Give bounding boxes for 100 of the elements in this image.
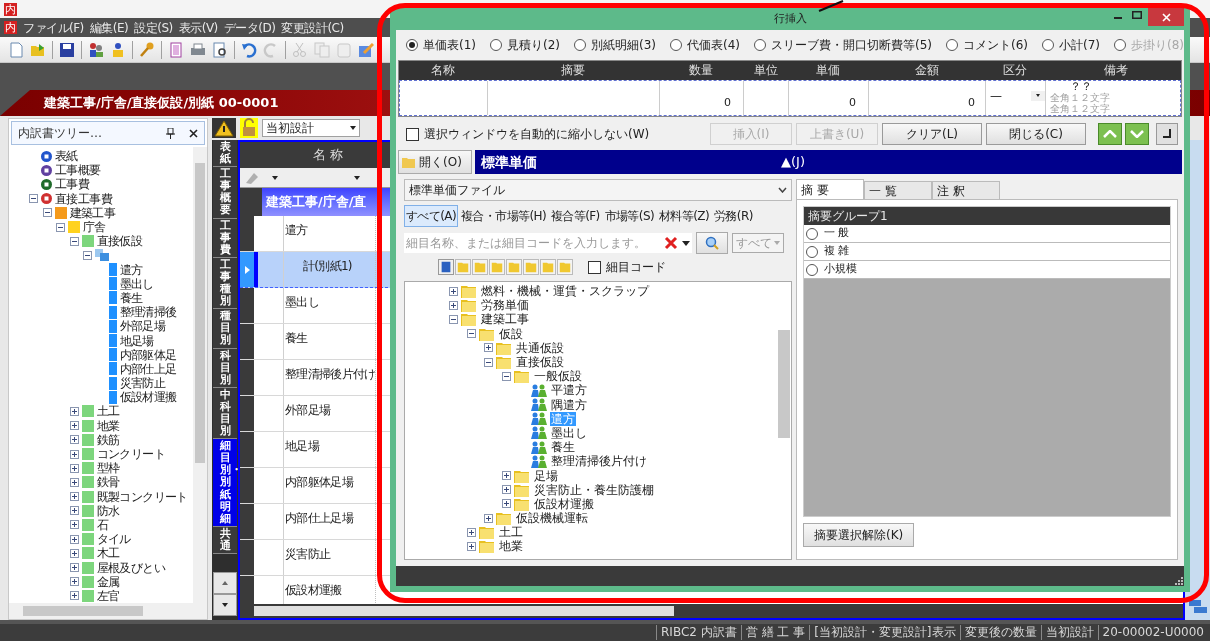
tree-toggle[interactable] — [69, 520, 79, 530]
menu-item[interactable]: 編集(E) — [89, 18, 129, 37]
view-tab[interactable]: 工事概要 — [213, 167, 237, 219]
document-icon-badge[interactable]: 内 — [4, 21, 17, 34]
tree-item[interactable]: 養生 — [550, 440, 576, 455]
radio-button[interactable] — [946, 39, 958, 51]
tree-item[interactable]: 防水 — [96, 504, 120, 517]
tree-toggle[interactable] — [29, 194, 38, 204]
open-button[interactable]: 開く(O) — [398, 150, 472, 174]
tree-toggle[interactable] — [501, 371, 511, 381]
warning-icon[interactable] — [212, 118, 236, 138]
radio-label[interactable]: 小計(7) — [1059, 36, 1100, 54]
summary-option[interactable]: 小規模 — [804, 261, 1170, 279]
clear-summary-button[interactable]: 摘要選択解除(K) — [803, 523, 915, 547]
tree-item[interactable]: 地足場 — [119, 334, 154, 347]
tree-item[interactable]: 内部躯体足 — [119, 348, 177, 361]
tree-toggle[interactable] — [466, 329, 476, 339]
padlock-icon[interactable] — [240, 118, 258, 138]
tree-toggle[interactable] — [69, 548, 79, 558]
tree-item[interactable]: 庁舎 — [83, 221, 106, 234]
row-header[interactable] — [240, 252, 254, 287]
amount-field[interactable]: 0 — [968, 96, 975, 109]
tree-toggle[interactable] — [69, 477, 79, 487]
tree-item[interactable]: 地業 — [497, 539, 524, 554]
radio-label[interactable]: 単価表(1) — [423, 36, 476, 54]
folder-icon[interactable] — [30, 41, 46, 58]
tree-item[interactable]: 工事費 — [55, 178, 90, 191]
tree-item[interactable]: 木工 — [96, 547, 120, 560]
tree-toggle[interactable] — [56, 222, 65, 232]
filter-tab[interactable]: 労務(R) — [712, 205, 755, 227]
tree-item[interactable]: 足場 — [532, 468, 559, 483]
tree-item[interactable]: 災害防止・養生防護棚 — [532, 482, 655, 497]
clear-icon[interactable] — [664, 236, 678, 250]
menu-item[interactable]: データ(D) — [223, 18, 276, 37]
tree-item[interactable]: 表紙 — [55, 150, 78, 163]
printer-icon[interactable] — [190, 41, 206, 58]
move-down-button[interactable] — [1125, 123, 1149, 145]
tree-toggle[interactable] — [69, 577, 79, 587]
close-icon[interactable] — [189, 128, 198, 138]
horizontal-scrollbar[interactable] — [240, 604, 1183, 618]
people-icon[interactable] — [88, 41, 104, 58]
scroll-down-button[interactable] — [213, 594, 237, 616]
tree-toggle[interactable] — [466, 527, 476, 537]
view-tab[interactable]: 工事種別 — [213, 257, 237, 310]
design-mode-dropdown[interactable]: 当初設計 — [262, 119, 360, 137]
tree-item[interactable]: 燃料・機械・運賃・スクラップ — [480, 284, 650, 299]
quantity-field[interactable]: 0 — [724, 96, 731, 109]
tree-toggle[interactable] — [69, 591, 79, 601]
source-bar[interactable]: 標準単価 ▲(J) — [475, 150, 1182, 174]
dialog-button[interactable]: 閉じる(C) — [986, 123, 1086, 145]
remarks-field[interactable]: ？？ — [1050, 81, 1180, 92]
radio-label[interactable]: スリーブ費・開口切断費等(5) — [771, 36, 932, 54]
search-field[interactable]: 細目名称、または細目コードを入力します。 — [404, 233, 692, 253]
key-icon[interactable] — [139, 41, 155, 58]
collapse-label[interactable]: ▲(J) — [781, 152, 805, 172]
tree-item[interactable]: 整理清掃後 — [119, 306, 177, 319]
tree-item[interactable]: 左官 — [96, 589, 120, 602]
search-button[interactable] — [696, 232, 728, 254]
caret-icon[interactable] — [682, 240, 690, 246]
vertical-scrollbar[interactable] — [193, 147, 207, 603]
radio-button[interactable] — [490, 39, 502, 51]
tree-toggle[interactable] — [69, 449, 79, 459]
tree-item[interactable]: 共通仮設 — [515, 340, 565, 355]
tree-toggle[interactable] — [501, 485, 511, 495]
radio-button[interactable] — [806, 263, 818, 276]
tree-item[interactable]: 外部足場 — [119, 320, 166, 333]
checkbox-label[interactable]: 選択ウィンドウを自動的に縮小しない(W) — [424, 125, 650, 143]
menu-item[interactable]: 変更設計(C) — [281, 18, 344, 37]
tree-item[interactable]: 建築工事 — [480, 312, 530, 327]
tree-item[interactable]: 隅遣方 — [550, 397, 588, 412]
filter-tab[interactable]: 材料等(Z) — [657, 205, 712, 227]
preview-icon[interactable] — [212, 41, 228, 58]
radio-label[interactable]: 代価表(4) — [687, 36, 740, 54]
tree-item[interactable]: コンクリート — [96, 448, 165, 461]
tree-item[interactable]: 土工 — [497, 525, 524, 540]
tree-item[interactable]: 金属 — [96, 575, 120, 588]
tree-toggle[interactable] — [484, 513, 493, 523]
horizontal-scrollbar[interactable] — [9, 603, 207, 619]
tree-item[interactable]: 労務単価 — [480, 298, 530, 313]
tree-item[interactable]: 墨出し — [119, 277, 154, 290]
tree-toggle[interactable] — [69, 506, 79, 516]
tree-toggle[interactable] — [484, 357, 493, 367]
radio-label[interactable]: コメント(6) — [963, 36, 1028, 54]
tree-toggle[interactable] — [69, 534, 79, 544]
floppy-icon[interactable] — [59, 41, 75, 58]
side-tab[interactable]: 注 釈 — [932, 181, 1000, 199]
radio-label[interactable]: 別紙明細(3) — [591, 36, 656, 54]
tree-toggle[interactable] — [69, 421, 79, 431]
close-button[interactable] — [1148, 8, 1184, 26]
dialog-button[interactable]: クリア(L) — [882, 123, 982, 145]
tree-item[interactable]: 仮設材運搬 — [119, 391, 177, 404]
checkbox[interactable] — [588, 260, 601, 274]
filter-tab[interactable]: 複合等(F) — [549, 205, 602, 227]
radio-button[interactable] — [1042, 39, 1054, 51]
tree-toggle[interactable] — [501, 499, 511, 509]
tree-item[interactable]: 直接工事費 — [55, 192, 112, 205]
view-tab[interactable]: 中科目別 — [213, 387, 237, 440]
tree-toggle[interactable] — [69, 236, 79, 246]
side-tab[interactable]: 一 覧 — [864, 181, 932, 199]
tree-toggle[interactable] — [449, 314, 458, 324]
